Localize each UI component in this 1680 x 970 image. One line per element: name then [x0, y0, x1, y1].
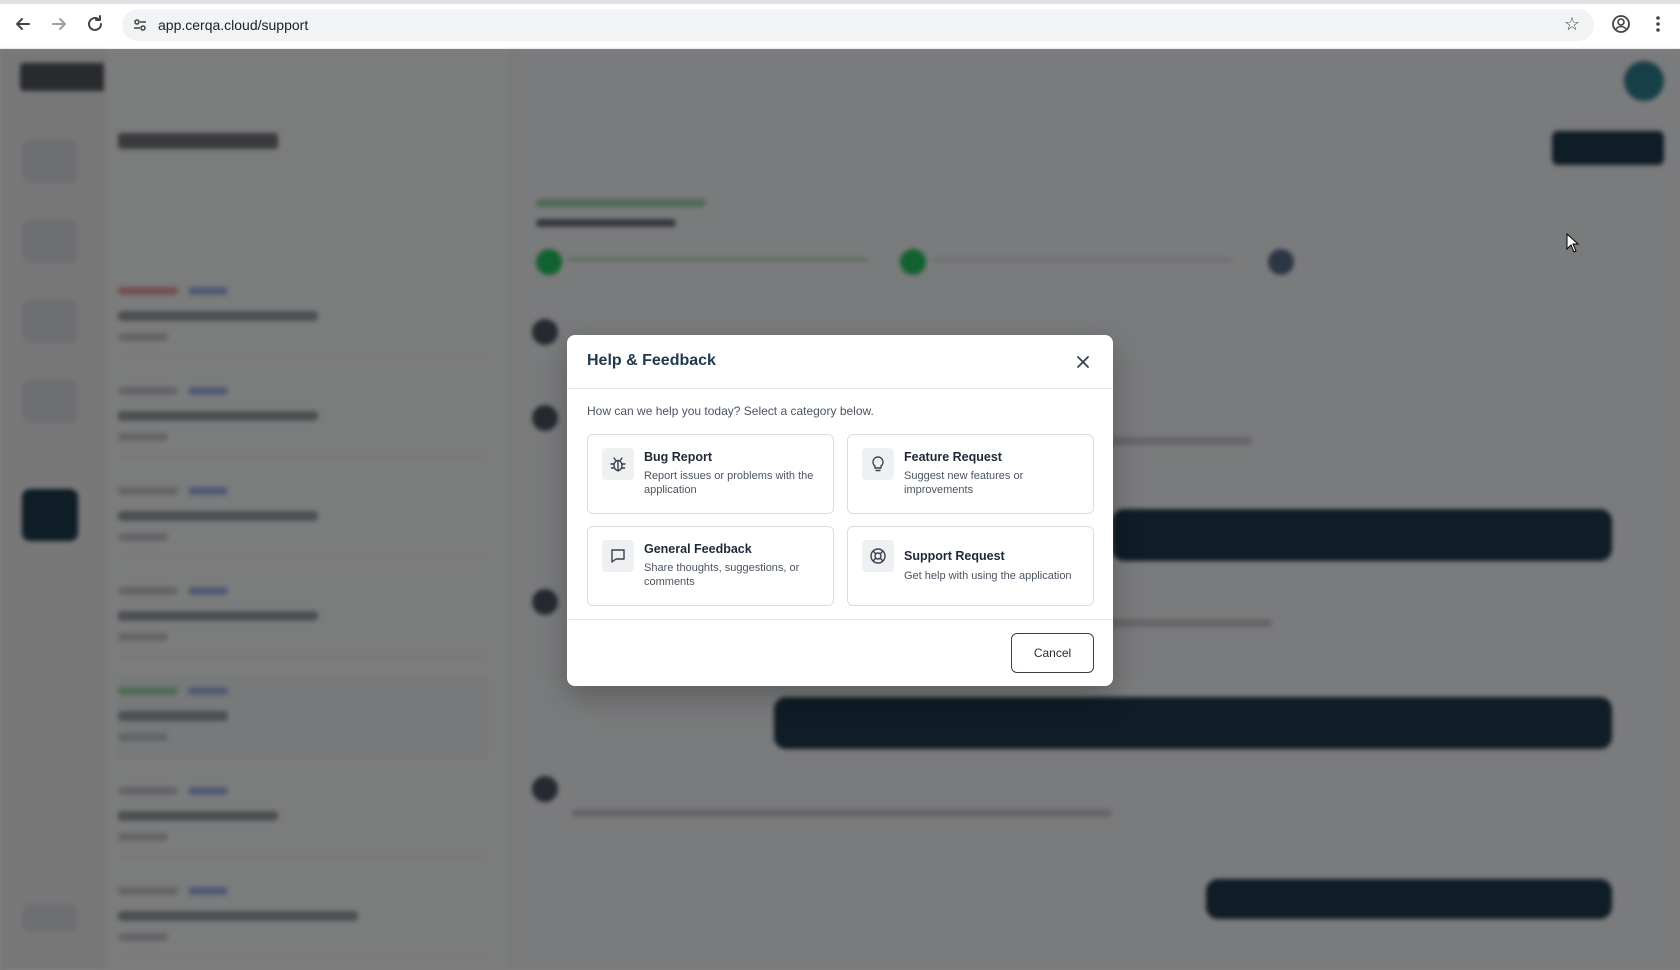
option-feature-request[interactable]: Feature Request Suggest new features or … [847, 434, 1094, 514]
option-description: Suggest new features or improvements [904, 470, 1024, 496]
option-title: General Feedback [644, 542, 752, 556]
option-support-request[interactable]: Support Request Get help with using the … [847, 526, 1094, 606]
mouse-cursor-icon [1566, 233, 1580, 253]
cancel-button[interactable]: Cancel [1011, 633, 1094, 673]
option-description: Get help with using the application [904, 570, 1072, 582]
option-description: Share thoughts, suggestions, or comments [644, 562, 800, 588]
bug-icon [602, 448, 634, 480]
forward-icon[interactable] [48, 13, 70, 35]
browser-tab-strip [0, 0, 1680, 4]
help-feedback-dialog: Help & Feedback How can we help you toda… [567, 335, 1113, 686]
chat-bubble-icon [602, 540, 634, 572]
option-title: Support Request [904, 549, 1005, 563]
lifebuoy-icon [862, 540, 894, 572]
option-title: Feature Request [904, 450, 1002, 464]
browser-menu-icon[interactable] [1647, 13, 1669, 35]
browser-toolbar: app.cerqa.cloud/support ☆ [0, 0, 1680, 49]
dialog-intro: How can we help you today? Select a cate… [587, 404, 874, 418]
option-general-feedback[interactable]: General Feedback Share thoughts, suggest… [587, 526, 834, 606]
option-title: Bug Report [644, 450, 713, 464]
dialog-header: Help & Feedback [567, 335, 1113, 389]
address-bar[interactable]: app.cerqa.cloud/support ☆ [122, 9, 1594, 41]
url-text[interactable]: app.cerqa.cloud/support [158, 17, 308, 33]
back-icon[interactable] [12, 13, 34, 35]
dialog-title: Help & Feedback [587, 352, 716, 369]
bookmark-star-icon[interactable]: ☆ [1564, 14, 1580, 35]
reload-icon[interactable] [84, 13, 106, 35]
profile-icon[interactable] [1610, 13, 1632, 35]
option-bug-report[interactable]: Bug Report Report issues or problems wit… [587, 434, 834, 514]
option-description: Report issues or problems with the appli… [644, 470, 814, 496]
close-icon[interactable] [1073, 352, 1093, 372]
site-settings-icon[interactable] [132, 17, 148, 33]
dialog-divider [567, 619, 1113, 620]
lightbulb-icon [862, 448, 894, 480]
